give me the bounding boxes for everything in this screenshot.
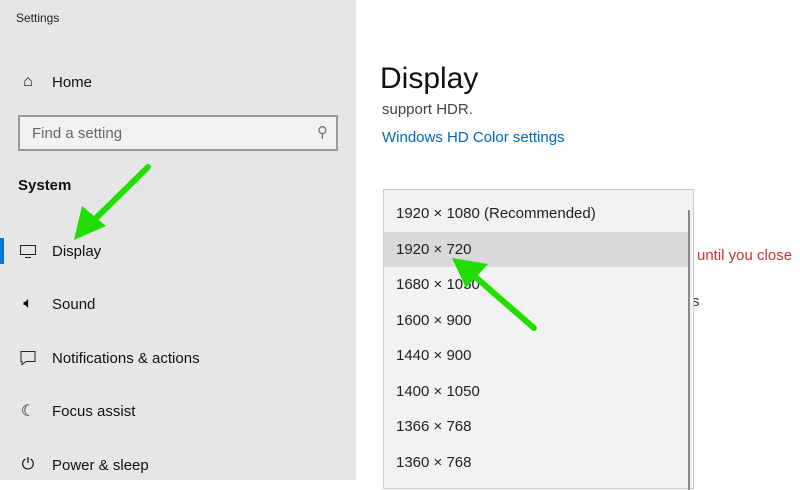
speaker-icon: 🔈︎ <box>23 295 33 312</box>
resolution-option[interactable]: 1400 × 1050 <box>384 374 688 409</box>
search-icon[interactable]: ⚲ <box>317 123 328 141</box>
resolution-option[interactable]: 1366 × 768 <box>384 409 688 444</box>
resolution-option-highlighted[interactable]: 1920 × 720 <box>384 232 688 267</box>
nav-home-label: Home <box>52 73 93 91</box>
sidebar: Settings ⌂ Home Find a setting ⚲ System … <box>0 0 356 480</box>
sidebar-item-power-sleep[interactable]: ⏻ Power & sleep <box>0 447 356 483</box>
search-input[interactable]: Find a setting ⚲ <box>18 115 338 151</box>
sidebar-item-label: Display <box>52 242 102 260</box>
hd-color-settings-link[interactable]: Windows HD Color settings <box>382 129 565 146</box>
sidebar-item-label: Sound <box>52 295 96 313</box>
hdr-text: support HDR. <box>382 101 473 117</box>
moon-icon: ☾ <box>20 403 36 420</box>
resolution-option[interactable]: 1920 × 1080 (Recommended) <box>384 196 688 231</box>
section-heading: System <box>18 177 72 194</box>
sidebar-item-notifications[interactable]: Notifications & actions <box>0 340 356 376</box>
power-icon: ⏻ <box>21 456 35 473</box>
scrollbar[interactable] <box>688 210 690 490</box>
warning-text: until you close <box>697 247 793 264</box>
sidebar-item-sound[interactable]: 🔈︎ Sound <box>0 286 356 322</box>
monitor-icon <box>18 241 38 261</box>
sidebar-item-label: Notifications & actions <box>52 349 200 367</box>
sidebar-item-display[interactable]: Display <box>0 233 356 269</box>
page-title: Display <box>380 62 479 95</box>
resolution-option[interactable]: 1680 × 1050 <box>384 267 688 302</box>
resolution-option[interactable]: 1600 × 900 <box>384 303 688 338</box>
app-title: Settings <box>16 11 60 25</box>
nav-home[interactable]: ⌂ Home <box>0 64 356 100</box>
resolution-option[interactable]: 1360 × 768 <box>384 445 688 480</box>
resolution-dropdown-list[interactable]: 1920 × 1080 (Recommended) 1920 × 720 168… <box>383 189 694 490</box>
search-placeholder: Find a setting <box>32 124 123 142</box>
sidebar-item-focus-assist[interactable]: ☾ Focus assist <box>0 393 356 429</box>
sidebar-item-label: Focus assist <box>52 402 136 420</box>
notification-icon <box>18 348 38 368</box>
sidebar-item-label: Power & sleep <box>52 456 149 474</box>
resolution-option[interactable]: 1440 × 900 <box>384 338 688 373</box>
home-icon: ⌂ <box>23 73 33 90</box>
